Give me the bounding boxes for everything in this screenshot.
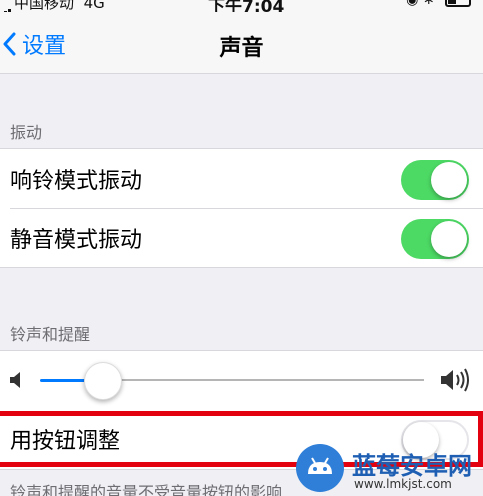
- vibration-group: 响铃模式振动 静音模式振动: [0, 148, 483, 268]
- footer-note: 铃声和提醒的音量不受音量按钮的影响: [10, 483, 283, 496]
- status-time: 下午7:04: [208, 0, 285, 12]
- volume-high-icon: [441, 368, 469, 392]
- section-header-vibration: 振动: [10, 123, 43, 142]
- watermark: 蓝莓安卓网 www.lmkjst.com: [296, 444, 483, 496]
- page-title: 声音: [219, 36, 264, 61]
- carrier-name: 中国移动: [14, 0, 75, 12]
- ring-vibrate-toggle[interactable]: [401, 160, 469, 200]
- network-type: 4G: [83, 0, 105, 12]
- status-bar: 中国移动 4G 下午7:04 ◉ ∗: [0, 0, 483, 12]
- silent-vibrate-row: 静音模式振动: [0, 208, 483, 267]
- slider-track-empty: [102, 379, 424, 381]
- status-icons: ◉ ∗: [406, 0, 471, 8]
- watermark-title: 蓝莓安卓网: [352, 452, 472, 480]
- carrier-info: 中国移动 4G: [0, 0, 105, 12]
- volume-low-icon: [10, 372, 20, 388]
- silent-vibrate-toggle[interactable]: [401, 219, 469, 259]
- battery-icon: [445, 0, 471, 7]
- orientation-lock-icon: ◉: [406, 0, 419, 8]
- ring-vibrate-label: 响铃模式振动: [10, 168, 143, 194]
- ring-vibrate-row: 响铃模式振动: [0, 149, 483, 208]
- navigation-bar: 设置 声音: [0, 12, 483, 74]
- section-header-ringer: 铃声和提醒: [10, 325, 91, 344]
- android-logo-icon: [296, 444, 344, 492]
- ringer-volume-slider[interactable]: [0, 351, 483, 409]
- slider-thumb[interactable]: [84, 362, 122, 400]
- watermark-url: www.lmkjst.com: [354, 477, 452, 491]
- toggle-knob: [431, 162, 467, 198]
- toggle-knob: [431, 221, 467, 257]
- silent-vibrate-label: 静音模式振动: [10, 227, 143, 253]
- signal-icon: [0, 0, 11, 12]
- bluetooth-icon: ∗: [422, 0, 435, 8]
